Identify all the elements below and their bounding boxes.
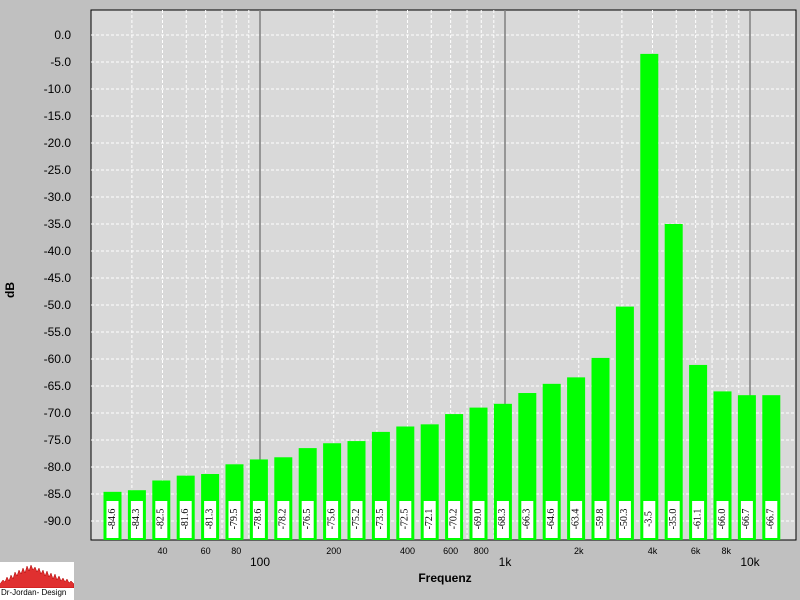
logo-waveform-icon [0, 564, 75, 589]
y-tick-label: 0.0 [54, 28, 71, 42]
x-tick-label: 4k [648, 546, 658, 556]
y-tick-label: -5.0 [50, 55, 71, 69]
x-tick-label: 2k [574, 546, 584, 556]
y-tick-label: -90.0 [44, 514, 72, 528]
x-tick-label: 80 [231, 546, 241, 556]
bar [640, 53, 659, 541]
y-tick-label: -45.0 [44, 271, 72, 285]
y-tick-label: -20.0 [44, 136, 72, 150]
value-label: -78.6 [253, 509, 264, 530]
value-label: -66.0 [717, 509, 728, 530]
y-tick-label: -10.0 [44, 82, 72, 96]
x-tick-label: 200 [326, 546, 341, 556]
x-major-tick-label: 10k [740, 555, 760, 569]
x-major-tick-label: 100 [250, 555, 270, 569]
value-label: -76.5 [302, 509, 313, 530]
y-tick-label: -30.0 [44, 190, 72, 204]
value-label: -66.7 [766, 509, 777, 530]
x-major-tick-label: 1k [499, 555, 513, 569]
y-tick-label: -70.0 [44, 406, 72, 420]
x-tick-label: 6k [691, 546, 701, 556]
value-label: -50.3 [619, 509, 630, 530]
y-tick-label: -50.0 [44, 298, 72, 312]
value-label: -3.5 [644, 511, 655, 527]
y-tick-label: -25.0 [44, 163, 72, 177]
value-label: -75.6 [326, 509, 337, 530]
x-axis: 40 60 80 200 400 600 800 2k 4k 6k 8k 100 1k 10k [157, 546, 760, 569]
x-tick-label: 800 [474, 546, 489, 556]
value-label: -72.1 [424, 509, 435, 530]
y-tick-label: -60.0 [44, 352, 72, 366]
value-label: -66.7 [741, 509, 752, 530]
y-tick-label: -85.0 [44, 487, 72, 501]
value-label: -81.6 [180, 509, 191, 530]
y-tick-label: -80.0 [44, 460, 72, 474]
y-tick-label: -40.0 [44, 244, 72, 258]
value-label: -61.1 [692, 509, 703, 530]
value-label: -84.3 [131, 509, 142, 530]
x-tick-label: 8k [721, 546, 731, 556]
value-label: -69.0 [473, 509, 484, 530]
y-tick-label: -35.0 [44, 217, 72, 231]
x-tick-label: 600 [443, 546, 458, 556]
logo: Dr-Jordan- Design [0, 562, 75, 600]
spectrum-chart: -84.6 -84.3 -82.5 -81.6 -81.3 -79.5 -78.6 -78.2… [3, 9, 797, 585]
y-tick-label: -75.0 [44, 433, 72, 447]
value-label: -82.5 [156, 509, 167, 530]
y-tick-label: -55.0 [44, 325, 72, 339]
value-label: -73.5 [375, 509, 386, 530]
value-label: -78.2 [278, 509, 289, 530]
value-label: -59.8 [595, 509, 606, 530]
y-tick-label: -65.0 [44, 379, 72, 393]
value-label: -64.6 [546, 509, 557, 530]
value-label: -72.5 [400, 509, 411, 530]
value-label: -79.5 [229, 509, 240, 530]
y-tick-label: -15.0 [44, 109, 72, 123]
x-tick-label: 40 [157, 546, 167, 556]
value-label: -63.4 [570, 509, 581, 530]
x-tick-label: 400 [400, 546, 415, 556]
value-label: -81.3 [204, 509, 215, 530]
value-label: -68.3 [497, 509, 508, 530]
value-label: -84.6 [107, 509, 118, 530]
x-tick-label: 60 [201, 546, 211, 556]
x-axis-title: Frequenz [418, 571, 471, 585]
value-label: -70.2 [448, 509, 459, 530]
logo-text: Dr-Jordan- Design [1, 588, 67, 597]
value-label: -75.2 [351, 509, 362, 530]
y-axis: 0.0 -5.0 -10.0 -15.0 -20.0 -25.0 -30.0 -35.0 -40… [44, 28, 72, 528]
bar [664, 224, 683, 540]
value-label: -35.0 [668, 509, 679, 530]
y-axis-title: dB [3, 282, 17, 298]
value-label: -66.3 [522, 509, 533, 530]
